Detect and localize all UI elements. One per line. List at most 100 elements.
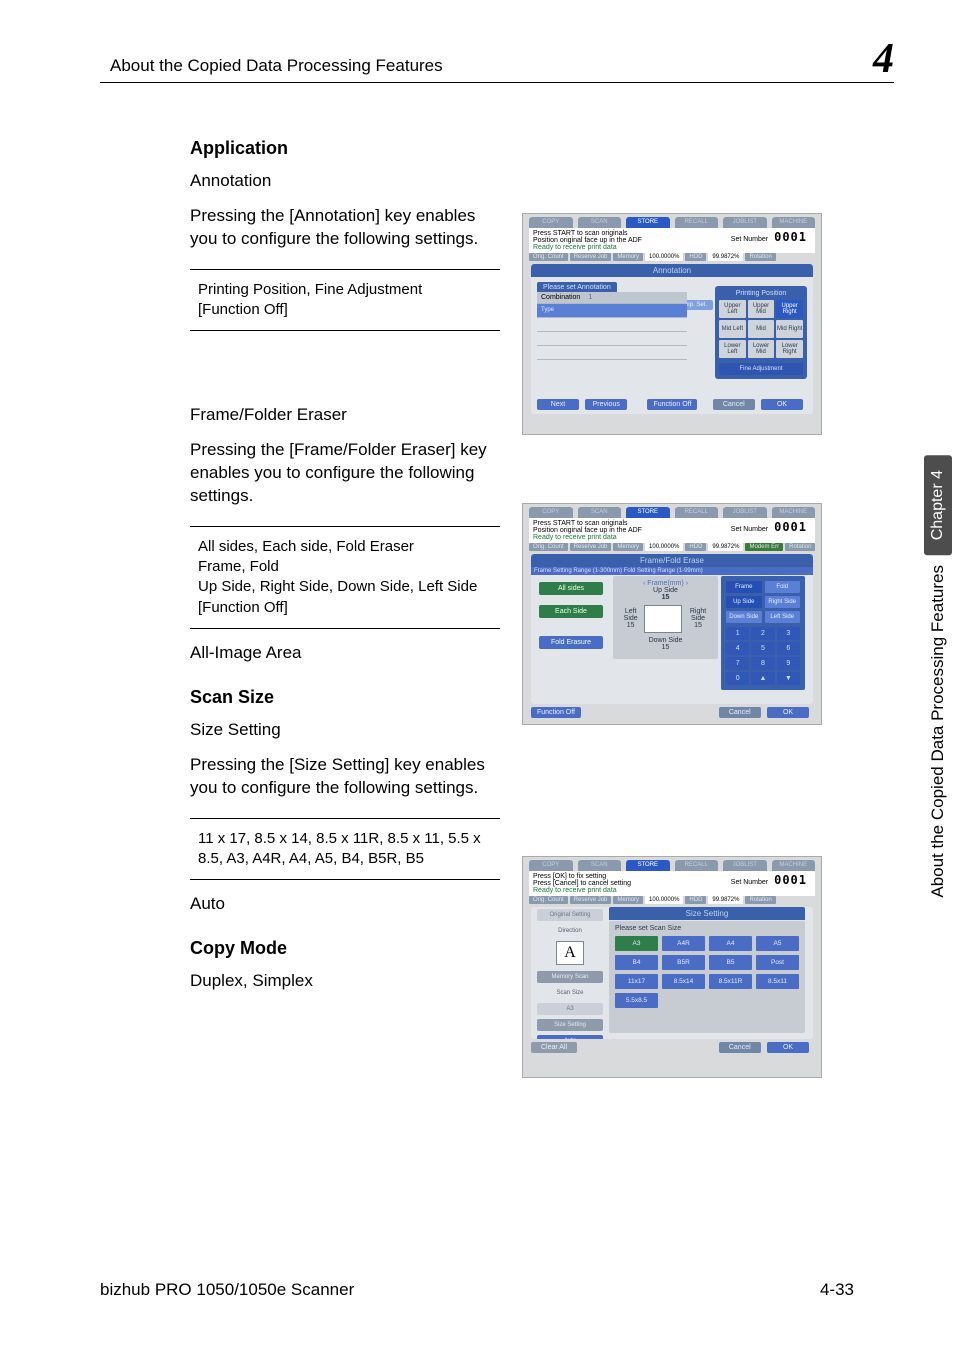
opt-fold[interactable]: Fold	[765, 581, 801, 593]
pp-lower-right[interactable]: Lower Right	[776, 340, 803, 358]
opt-down-side[interactable]: Down Side	[726, 611, 762, 623]
cancel-button[interactable]: Cancel	[713, 399, 755, 410]
opt-frame[interactable]: Frame	[726, 581, 762, 593]
each-side-button[interactable]: Each Side	[539, 605, 603, 618]
tab-store[interactable]: STORE	[626, 217, 670, 228]
tab-copy[interactable]: COPY	[529, 217, 573, 228]
size-a5[interactable]: A5	[756, 936, 799, 951]
size-b5[interactable]: B5	[709, 955, 752, 970]
pp-mid[interactable]: Mid	[748, 320, 775, 338]
ok-button[interactable]: OK	[767, 1042, 809, 1053]
tab-copy[interactable]: COPY	[529, 507, 573, 518]
tab-memory-scan[interactable]: Memory Scan	[537, 971, 603, 983]
num-key[interactable]: 3	[777, 627, 800, 640]
pp-upper-mid[interactable]: Upper Mid	[748, 300, 775, 318]
opt-left-side[interactable]: Left Side	[765, 611, 801, 623]
tab-machine[interactable]: MACHINE	[772, 860, 816, 871]
size-a4r[interactable]: A4R	[662, 936, 705, 951]
num-key[interactable]: 5	[751, 642, 774, 655]
ok-button[interactable]: OK	[761, 399, 803, 410]
pp-lower-mid[interactable]: Lower Mid	[748, 340, 775, 358]
num-key[interactable]: 6	[777, 642, 800, 655]
fold-erasure-button[interactable]: Fold Erasure	[539, 636, 603, 649]
fine-adjustment-button[interactable]: Fine Adjustment	[719, 363, 803, 375]
size-a3[interactable]: A3	[615, 936, 658, 951]
size-post[interactable]: Post	[756, 955, 799, 970]
tab-scan[interactable]: SCAN	[578, 507, 622, 518]
tab-recall[interactable]: RECALL	[675, 507, 719, 518]
status-bar: Orig. Count Reserve Job Memory 100.0000%…	[529, 896, 815, 904]
subhead-annotation: Annotation	[190, 171, 500, 191]
size-11x17[interactable]: 11x17	[615, 974, 658, 989]
tab-store[interactable]: STORE	[626, 507, 670, 518]
label-direction: Direction	[537, 925, 603, 937]
num-key[interactable]: 2	[751, 627, 774, 640]
screen-tabs: COPY SCAN STORE RECALL JOBLIST MACHINE	[523, 504, 821, 518]
tab-machine[interactable]: MACHINE	[772, 507, 816, 518]
size-85x11[interactable]: 8.5x11	[756, 974, 799, 989]
all-sides-button[interactable]: All sides	[539, 582, 603, 595]
header-title: About the Copied Data Processing Feature…	[100, 56, 443, 76]
status-bar: Orig. Count Reserve Job Memory 100.0000%…	[529, 543, 815, 551]
para-annotation: Pressing the [Annotation] key enables yo…	[190, 205, 500, 251]
tab-recall[interactable]: RECALL	[675, 217, 719, 228]
num-down[interactable]: ▼	[777, 672, 800, 685]
function-off-button[interactable]: Function Off	[647, 399, 697, 410]
num-key[interactable]: 1	[726, 627, 749, 640]
ff-left-buttons: All sides Each Side Fold Erasure	[539, 582, 603, 659]
num-key[interactable]: 0	[726, 672, 749, 685]
tab-original-setting[interactable]: Original Setting	[537, 909, 603, 921]
cancel-button[interactable]: Cancel	[719, 707, 761, 718]
num-key[interactable]: 8	[751, 657, 774, 670]
ok-button[interactable]: OK	[767, 707, 809, 718]
function-off-button[interactable]: Function Off	[531, 707, 581, 718]
size-55x85[interactable]: 5.5x8.5	[615, 993, 658, 1008]
page-header: About the Copied Data Processing Feature…	[100, 38, 894, 83]
tab-machine[interactable]: MACHINE	[772, 217, 816, 228]
tab-scan[interactable]: SCAN	[578, 860, 622, 871]
size-main: Please set Scan Size A3 A4R A4 A5 B4 B5R…	[609, 921, 805, 1033]
pp-mid-left[interactable]: Mid Left	[719, 320, 746, 338]
num-up[interactable]: ▲	[751, 672, 774, 685]
options-frame: All sides, Each side, Fold Eraser Frame,…	[190, 526, 500, 629]
size-b4[interactable]: B4	[615, 955, 658, 970]
tab-scan[interactable]: SCAN	[578, 217, 622, 228]
num-key[interactable]: 4	[726, 642, 749, 655]
pp-lower-left[interactable]: Lower Left	[719, 340, 746, 358]
please-set-scan-size: Please set Scan Size	[615, 925, 799, 932]
tab-joblist[interactable]: JOBLIST	[723, 217, 767, 228]
tab-copy[interactable]: COPY	[529, 860, 573, 871]
opt-up-side[interactable]: Up Side	[726, 596, 762, 608]
pp-upper-right[interactable]: Upper Right	[776, 300, 803, 318]
previous-button[interactable]: Previous	[585, 399, 627, 410]
tab-auto[interactable]: Auto	[537, 1035, 603, 1039]
body-title: Frame/Fold Erase	[531, 554, 813, 567]
tab-joblist[interactable]: JOBLIST	[723, 860, 767, 871]
num-key[interactable]: 7	[726, 657, 749, 670]
opt-right-side[interactable]: Right Side	[765, 596, 801, 608]
tab-joblist[interactable]: JOBLIST	[723, 507, 767, 518]
clear-all-button[interactable]: Clear All	[531, 1042, 577, 1053]
body-title: Size Setting	[609, 907, 805, 920]
text-duplex-simplex: Duplex, Simplex	[190, 971, 500, 991]
size-85x14[interactable]: 8.5x14	[662, 974, 705, 989]
screen-tabs: COPY SCAN STORE RECALL JOBLIST MACHINE	[523, 857, 821, 871]
numpad: 1 2 3 4 5 6 7 8 9 0 ▲ ▼	[726, 627, 800, 685]
direction-glyph: A	[556, 941, 584, 965]
pp-upper-left[interactable]: Upper Left	[719, 300, 746, 318]
num-key[interactable]: 9	[777, 657, 800, 670]
text-all-image-area: All-Image Area	[190, 643, 500, 663]
option-line: [Function Off]	[198, 598, 492, 618]
screen-body: Annotation Please set Annotation Temp. S…	[531, 264, 813, 414]
size-85x11r[interactable]: 8.5x11R	[709, 974, 752, 989]
option-line: All sides, Each side, Fold Eraser	[198, 537, 492, 557]
size-b5r[interactable]: B5R	[662, 955, 705, 970]
tab-recall[interactable]: RECALL	[675, 860, 719, 871]
size-a4[interactable]: A4	[709, 936, 752, 951]
option-line: [Function Off]	[198, 300, 492, 320]
next-button[interactable]: Next	[537, 399, 579, 410]
tab-size-setting[interactable]: Size Setting	[537, 1019, 603, 1031]
cancel-button[interactable]: Cancel	[719, 1042, 761, 1053]
tab-store[interactable]: STORE	[626, 860, 670, 871]
pp-mid-right[interactable]: Mid Right	[776, 320, 803, 338]
